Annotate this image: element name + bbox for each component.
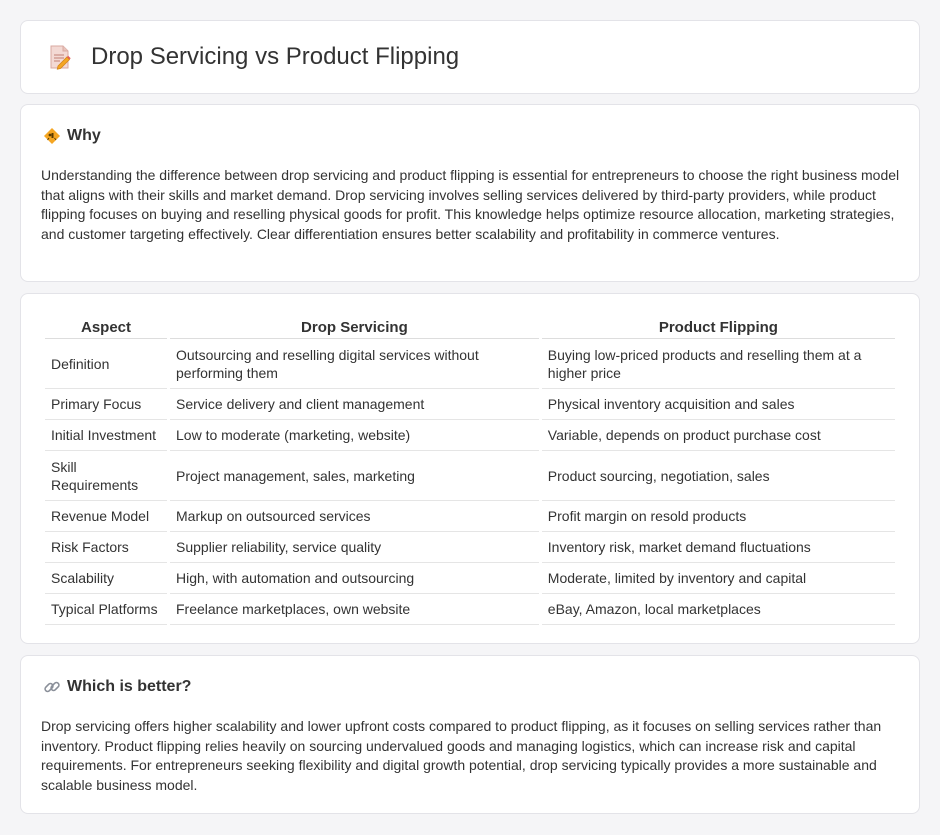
product-flipping-cell: Buying low-priced products and reselling… bbox=[541, 339, 895, 389]
aspect-cell: Typical Platforms bbox=[45, 594, 167, 625]
product-flipping-cell: eBay, Amazon, local marketplaces bbox=[541, 594, 895, 625]
table-row: Revenue Model Markup on outsourced servi… bbox=[45, 501, 895, 532]
aspect-cell: Risk Factors bbox=[45, 532, 167, 563]
table-row: Definition Outsourcing and reselling dig… bbox=[45, 339, 895, 389]
product-flipping-cell: Physical inventory acquisition and sales bbox=[541, 389, 895, 420]
comparison-table: Aspect Drop Servicing Product Flipping D… bbox=[42, 314, 898, 625]
drop-servicing-cell: Service delivery and client management bbox=[170, 389, 539, 420]
page-title: Drop Servicing vs Product Flipping bbox=[91, 43, 460, 70]
why-paragraph: Understanding the difference between dro… bbox=[41, 167, 900, 242]
header-aspect: Aspect bbox=[45, 314, 167, 339]
table-row: Primary Focus Service delivery and clien… bbox=[45, 389, 895, 420]
aspect-cell: Scalability bbox=[45, 563, 167, 594]
why-heading: Why bbox=[67, 127, 101, 144]
table-row: Scalability High, with automation and ou… bbox=[45, 563, 895, 594]
product-flipping-cell: Product sourcing, negotiation, sales bbox=[541, 451, 895, 501]
product-flipping-cell: Moderate, limited by inventory and capit… bbox=[541, 563, 895, 594]
why-section: Why Understanding the difference between… bbox=[20, 104, 920, 282]
table-row: Initial Investment Low to moderate (mark… bbox=[45, 420, 895, 451]
aspect-cell: Initial Investment bbox=[45, 420, 167, 451]
better-paragraph: Drop servicing offers higher scalability… bbox=[41, 718, 882, 793]
better-heading: Which is better? bbox=[67, 678, 192, 695]
drop-servicing-cell: Supplier reliability, service quality bbox=[170, 532, 539, 563]
drop-servicing-cell: Freelance marketplaces, own website bbox=[170, 594, 539, 625]
header-product-flipping: Product Flipping bbox=[541, 314, 895, 339]
comparison-section: Aspect Drop Servicing Product Flipping D… bbox=[20, 293, 920, 644]
header-drop-servicing: Drop Servicing bbox=[170, 314, 539, 339]
product-flipping-cell: Variable, depends on product purchase co… bbox=[541, 420, 895, 451]
aspect-cell: Skill Requirements bbox=[45, 451, 167, 501]
drop-servicing-cell: Low to moderate (marketing, website) bbox=[170, 420, 539, 451]
aspect-cell: Revenue Model bbox=[45, 501, 167, 532]
table-row: Skill Requirements Project management, s… bbox=[45, 451, 895, 501]
link-icon bbox=[44, 681, 60, 693]
product-flipping-cell: Profit margin on resold products bbox=[541, 501, 895, 532]
table-row: Risk Factors Supplier reliability, servi… bbox=[45, 532, 895, 563]
drop-servicing-cell: Markup on outsourced services bbox=[170, 501, 539, 532]
drop-servicing-cell: Outsourcing and reselling digital servic… bbox=[170, 339, 539, 389]
document-pencil-icon bbox=[50, 45, 71, 70]
drop-servicing-cell: High, with automation and outsourcing bbox=[170, 563, 539, 594]
aspect-cell: Primary Focus bbox=[45, 389, 167, 420]
header-card: Drop Servicing vs Product Flipping bbox=[20, 20, 920, 94]
which-is-better-section: Which is better? Drop servicing offers h… bbox=[20, 655, 920, 814]
table-row: Typical Platforms Freelance marketplaces… bbox=[45, 594, 895, 625]
drop-servicing-cell: Project management, sales, marketing bbox=[170, 451, 539, 501]
product-flipping-cell: Inventory risk, market demand fluctuatio… bbox=[541, 532, 895, 563]
diamond-sign-icon bbox=[44, 128, 60, 144]
aspect-cell: Definition bbox=[45, 339, 167, 389]
